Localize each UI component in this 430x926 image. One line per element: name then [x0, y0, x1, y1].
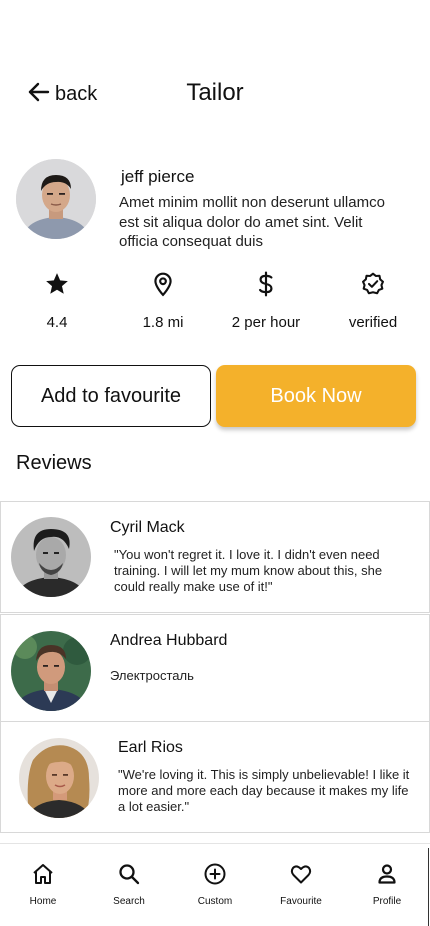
search-icon: [86, 862, 172, 886]
person-icon: [344, 862, 430, 886]
reviews-heading: Reviews: [16, 452, 92, 474]
stat-distance: 1.8 mi: [113, 268, 213, 331]
review-author: Andrea Hubbard: [110, 632, 228, 649]
review-card: Earl Rios "We're loving it. This is simp…: [0, 721, 430, 833]
profile-bio: Amet minim mollit non deserunt ullamco e…: [119, 194, 385, 250]
review-card: Andrea Hubbard Электросталь: [0, 614, 430, 722]
back-label: back: [55, 82, 98, 105]
review-text: "You won't regret it. I love it. I didn'…: [114, 547, 383, 594]
stat-label: verified: [348, 314, 398, 331]
back-button[interactable]: back: [27, 78, 97, 110]
avatar: [19, 738, 99, 818]
stat-price: 2 per hour: [216, 268, 316, 331]
avatar: [16, 159, 96, 239]
review-author: Earl Rios: [118, 739, 183, 756]
add-circle-icon: [172, 862, 258, 886]
nav-label: Favourite: [280, 896, 322, 907]
review-text: Электросталь: [110, 668, 194, 683]
nav-label: Search: [113, 896, 145, 907]
nav-label: Custom: [197, 896, 233, 907]
nav-item-home[interactable]: Home: [0, 862, 86, 907]
stat-rating: 4.4: [7, 268, 107, 331]
nav-item-search[interactable]: Search: [86, 862, 172, 907]
location-pin-icon: [113, 268, 213, 300]
nav-item-favourite[interactable]: Favourite: [258, 862, 344, 907]
stat-verified: verified: [323, 268, 423, 331]
profile-card: jeff pierce Amet minim mollit non deseru…: [16, 159, 416, 250]
review-card: Cyril Mack "You won't regret it. I love …: [0, 501, 430, 613]
home-icon: [0, 862, 86, 886]
stat-label: 1.8 mi: [142, 314, 184, 331]
star-icon: [7, 268, 107, 300]
divider: [428, 848, 429, 926]
nav-label: Home: [29, 896, 57, 907]
heart-icon: [258, 862, 344, 886]
avatar: [11, 631, 91, 711]
verified-badge-icon: [323, 268, 423, 300]
review-author: Cyril Mack: [110, 519, 185, 536]
book-now-button[interactable]: Book Now: [216, 365, 416, 427]
avatar: [11, 517, 91, 597]
bottom-nav: Home Search Custom Favourite Profile: [0, 843, 430, 926]
nav-item-custom[interactable]: Custom: [172, 862, 258, 907]
profile-name: jeff pierce: [121, 167, 195, 186]
review-text: "We're loving it. This is simply unbelie…: [118, 767, 410, 814]
dollar-icon: [216, 268, 316, 300]
add-to-favourite-button[interactable]: Add to favourite: [11, 365, 211, 427]
arrow-left-icon: [27, 80, 51, 109]
nav-label: Profile: [372, 896, 402, 907]
nav-item-profile[interactable]: Profile: [344, 862, 430, 907]
stat-label: 2 per hour: [231, 314, 301, 331]
header: Tailor back: [0, 78, 430, 110]
stat-label: 4.4: [46, 314, 68, 331]
stats-row: 4.4 1.8 mi 2 per hour verified: [0, 268, 430, 338]
